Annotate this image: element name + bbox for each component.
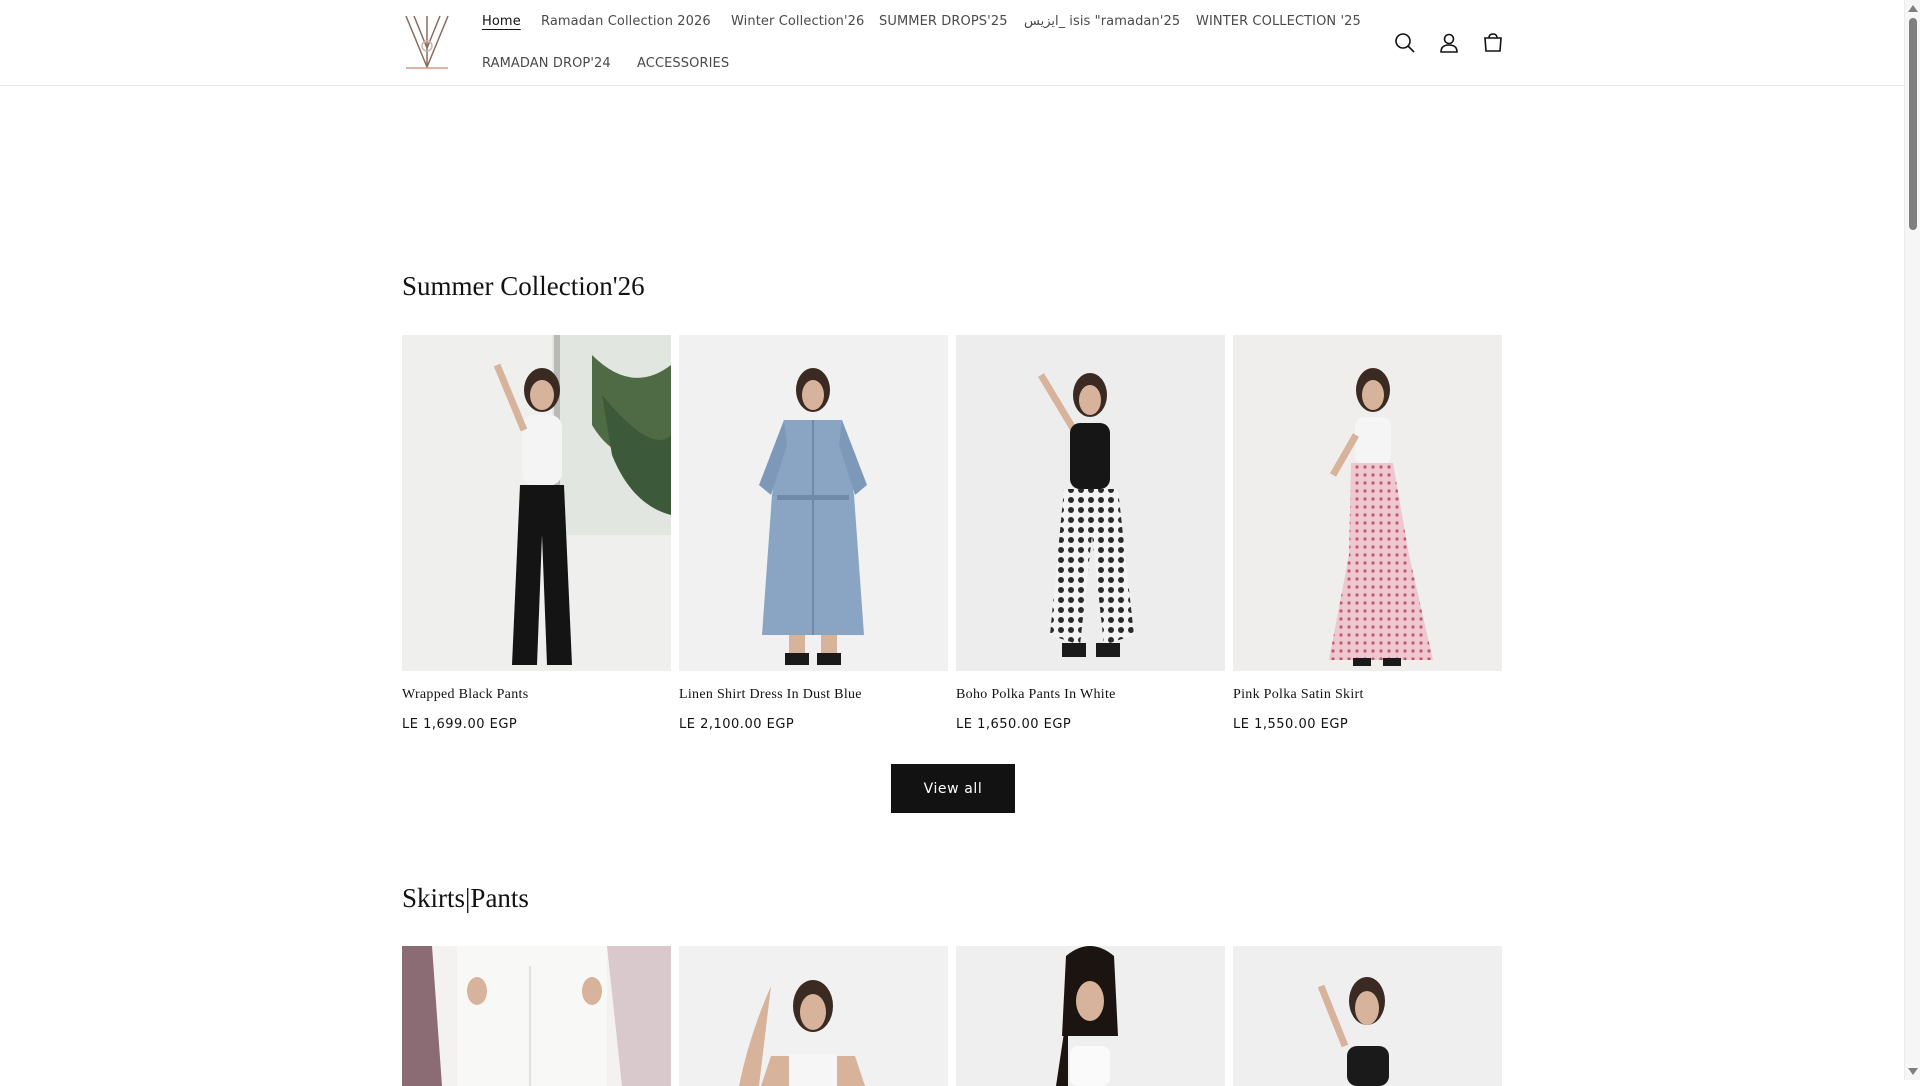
product-card[interactable]: Boho Polka Pants In White LE 1,650.00 EG…	[956, 335, 1225, 732]
product-image[interactable]	[1233, 946, 1502, 1086]
search-icon[interactable]	[1392, 30, 1418, 56]
product-card[interactable]	[1233, 946, 1502, 1086]
product-price: LE 1,650.00 EGP	[956, 717, 1072, 732]
nav-item-winter-collection-26[interactable]: Winter Collection'26	[731, 14, 864, 29]
product-price: LE 2,100.00 EGP	[679, 717, 795, 732]
product-title[interactable]: Boho Polka Pants In White	[956, 687, 1116, 703]
product-title[interactable]: Wrapped Black Pants	[402, 687, 528, 703]
nav-item-ramadan-drop-24[interactable]: RAMADAN DROP'24	[482, 56, 611, 71]
brand-logo[interactable]	[402, 12, 452, 72]
nav-item-ramadan-collection-2026[interactable]: Ramadan Collection 2026	[541, 14, 711, 29]
nav-item-winter-collection-25[interactable]: WINTER COLLECTION '25	[1196, 14, 1361, 29]
product-card[interactable]: Wrapped Black Pants LE 1,699.00 EGP	[402, 335, 671, 732]
nav-item-summer-drops-25[interactable]: SUMMER DROPS'25	[879, 14, 1008, 29]
product-card[interactable]: Linen Shirt Dress In Dust Blue LE 2,100.…	[679, 335, 948, 732]
nav-item-accessories[interactable]: ACCESSORIES	[637, 56, 729, 71]
view-all-button[interactable]: View all	[891, 764, 1015, 813]
product-image[interactable]	[956, 335, 1225, 671]
section-title-skirts-pants: Skirts|Pants	[402, 883, 529, 913]
product-image[interactable]	[1233, 335, 1502, 671]
product-title[interactable]: Pink Polka Satin Skirt	[1233, 687, 1364, 703]
product-card[interactable]	[956, 946, 1225, 1086]
page-scrollbar[interactable]	[1904, 0, 1920, 1080]
scroll-thumb[interactable]	[1909, 18, 1917, 230]
site-header: Home Ramadan Collection 2026 Winter Coll…	[0, 0, 1904, 86]
scroll-down-arrow-icon[interactable]	[1908, 1068, 1918, 1075]
account-icon[interactable]	[1436, 30, 1462, 56]
product-image[interactable]	[679, 946, 948, 1086]
product-image[interactable]	[402, 335, 671, 671]
product-image[interactable]	[956, 946, 1225, 1086]
nav-item-home[interactable]: Home	[482, 14, 521, 29]
product-title[interactable]: Linen Shirt Dress In Dust Blue	[679, 687, 862, 703]
product-price: LE 1,699.00 EGP	[402, 717, 518, 732]
product-card[interactable]	[402, 946, 671, 1086]
product-price: LE 1,550.00 EGP	[1233, 717, 1349, 732]
scroll-up-arrow-icon[interactable]	[1908, 5, 1918, 12]
cart-icon[interactable]	[1480, 30, 1506, 56]
nav-item-isis-ramadan-25[interactable]: ايزيس_ isis "ramadan'25	[1024, 14, 1180, 29]
product-image[interactable]	[679, 335, 948, 671]
product-image[interactable]	[402, 946, 671, 1086]
product-card[interactable]: Pink Polka Satin Skirt LE 1,550.00 EGP	[1233, 335, 1502, 732]
product-card[interactable]	[679, 946, 948, 1086]
section-title-summer-collection: Summer Collection'26	[402, 271, 645, 301]
